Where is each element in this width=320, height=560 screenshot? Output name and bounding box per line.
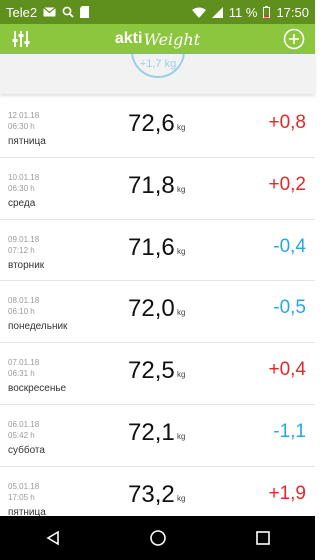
entry-date: 05.01.18 [8, 481, 40, 491]
entry-time: 06:30 h [8, 122, 35, 131]
entry-date: 08.01.18 [8, 296, 40, 306]
weight-change-circle[interactable]: +1,7 kg [131, 54, 185, 78]
entry-time: 05:42 h [8, 430, 35, 440]
weight-entry-row[interactable]: 08.01.18 06:10 h понедельник 72,0 kg -0,5 [0, 281, 315, 344]
entry-weight: 71,6 [128, 233, 175, 261]
navigation-bar [0, 516, 315, 560]
entry-time: 06:10 h [8, 307, 35, 317]
entry-difference: +0,8 [268, 112, 306, 133]
entry-difference: -0,4 [273, 235, 306, 257]
entry-weight: 72,5 [128, 357, 175, 385]
entry-weekday: пятница [8, 506, 46, 516]
entry-weight: 71,8 [128, 171, 175, 199]
weight-entry-row[interactable]: 05.01.18 17:05 h пятница 73,2 kg +1,9 [0, 467, 315, 516]
entry-weight-unit: kg [177, 308, 186, 318]
entry-weight-unit: kg [177, 246, 186, 256]
home-icon[interactable] [138, 518, 178, 558]
entry-date: 06.01.18 [8, 419, 40, 429]
entry-weekday: суббота [8, 444, 45, 456]
weight-entry-row[interactable]: 07.01.18 06:31 h воскресенье 72,5 kg +0,4 [0, 343, 315, 405]
entry-weekday: вторник [8, 259, 45, 271]
add-circle-icon [283, 28, 305, 50]
weight-entry-row[interactable]: 09.01.18 07:12 h вторник 71,6 kg -0,4 [0, 220, 315, 282]
logo-part2: Weight [143, 29, 201, 49]
app-bar: akti Weight [0, 24, 315, 54]
entry-weekday: среда [8, 197, 36, 209]
entry-weight: 72,6 [128, 110, 175, 137]
back-icon[interactable] [33, 518, 73, 558]
battery-percent: 11 % [228, 4, 258, 20]
summary-panel: +1,7 kg [0, 54, 315, 94]
sliders-icon[interactable] [8, 26, 34, 52]
app-logo: akti Weight [0, 24, 315, 54]
weight-entry-row[interactable]: 12.01.18 06:30 h пятница 72,6 kg +0,8 [0, 96, 315, 158]
entry-weight: 72,0 [128, 295, 175, 323]
entry-weight-unit: kg [177, 184, 186, 194]
clock: 17:50 [276, 4, 309, 20]
entry-difference: -0,5 [273, 297, 306, 319]
entry-date: 09.01.18 [8, 234, 40, 244]
entry-weight-unit: kg [177, 370, 186, 380]
search-icon [62, 6, 74, 18]
entries-list: 12.01.18 06:30 h пятница 72,6 kg +0,8 10.01.18… [0, 96, 315, 516]
entry-weight-unit: kg [177, 493, 186, 503]
entry-weekday: пятница [8, 136, 46, 147]
entry-difference: +0,2 [268, 173, 306, 195]
mail-icon [43, 7, 56, 17]
signal-icon [211, 6, 223, 18]
entry-time: 06:30 h [8, 183, 35, 193]
entry-date: 12.01.18 [8, 111, 40, 120]
entry-difference: -1,1 [273, 420, 306, 442]
entry-date: 07.01.18 [8, 358, 40, 368]
weight-change-value: +1,7 kg [139, 58, 177, 70]
sd-card-icon [80, 6, 90, 18]
carrier-name: Tele2 [6, 4, 38, 20]
entry-weight-unit: kg [177, 123, 186, 132]
battery-icon [263, 6, 271, 18]
entry-weekday: понедельник [8, 321, 68, 333]
entry-time: 17:05 h [8, 492, 35, 502]
wifi-icon [191, 7, 206, 18]
logo-part1: akti [114, 30, 143, 47]
entry-weight: 73,2 [128, 480, 175, 508]
add-entry-button[interactable] [281, 26, 307, 52]
entry-difference: +1,9 [268, 482, 306, 504]
weight-entry-row[interactable]: 10.01.18 06:30 h среда 71,8 kg +0,2 [0, 158, 315, 220]
entry-date: 10.01.18 [8, 172, 40, 182]
recents-icon[interactable] [243, 518, 283, 558]
entry-weight: 72,1 [128, 418, 175, 446]
entry-difference: +0,4 [268, 359, 306, 381]
entry-weight-unit: kg [177, 431, 186, 441]
status-bar: Tele2 11 % 17:50 [0, 0, 315, 24]
entry-weekday: воскресенье [8, 383, 67, 395]
weight-entry-row[interactable]: 06.01.18 05:42 h суббота 72,1 kg -1,1 [0, 405, 315, 467]
entry-time: 07:12 h [8, 245, 35, 255]
entry-time: 06:31 h [8, 369, 35, 379]
